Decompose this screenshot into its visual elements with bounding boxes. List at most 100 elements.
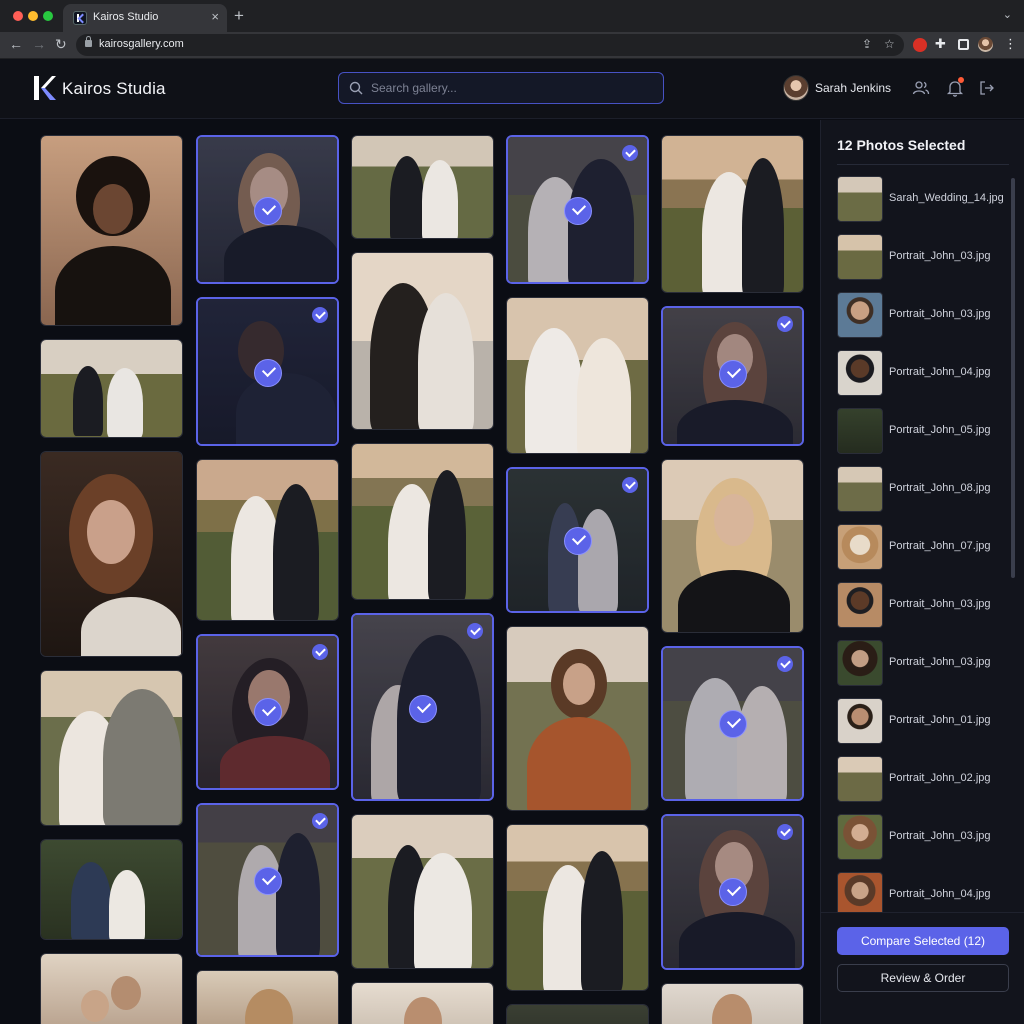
selected-check-icon[interactable] <box>719 878 747 906</box>
browser-tab[interactable]: Kairos Studio × <box>63 4 227 32</box>
users-icon[interactable] <box>912 79 930 97</box>
gallery-photo[interactable] <box>351 814 494 969</box>
selected-badge-icon[interactable] <box>777 656 793 672</box>
selected-photo-item[interactable]: Portrait_John_03.jpg <box>837 814 1013 860</box>
review-order-button[interactable]: Review & Order <box>837 964 1009 992</box>
selected-badge-icon[interactable] <box>467 623 483 639</box>
gallery-photo-selected[interactable] <box>661 306 804 446</box>
compare-selected-button[interactable]: Compare Selected (12) <box>837 927 1009 955</box>
side-panel-icon[interactable] <box>958 39 969 50</box>
address-bar[interactable]: kairosgallery.com ⇪ ☆ <box>76 34 904 56</box>
brand-name[interactable]: Kairos Studia <box>62 79 166 99</box>
selected-check-icon[interactable] <box>564 527 592 555</box>
selected-check-icon[interactable] <box>719 360 747 388</box>
gallery-photo[interactable] <box>506 626 649 811</box>
selected-check-icon[interactable] <box>254 698 282 726</box>
gallery-photo[interactable] <box>351 135 494 239</box>
window-maximize-button[interactable] <box>43 11 53 21</box>
gallery-photo[interactable] <box>506 824 649 991</box>
gallery-photo[interactable] <box>351 982 494 1024</box>
bookmark-star-icon[interactable]: ☆ <box>884 37 895 51</box>
selected-badge-icon[interactable] <box>777 824 793 840</box>
selection-list-scrollbar[interactable] <box>1011 178 1015 578</box>
forward-arrow-icon[interactable]: → <box>32 36 46 52</box>
profile-avatar-icon[interactable] <box>978 37 993 52</box>
gallery-photo[interactable] <box>661 459 804 633</box>
selected-check-icon[interactable] <box>409 695 437 723</box>
gallery-search[interactable] <box>338 72 664 104</box>
selected-photo-item[interactable]: Portrait_John_05.jpg <box>837 408 1013 454</box>
gallery-photo-selected[interactable] <box>196 803 339 957</box>
selected-check-icon[interactable] <box>254 867 282 895</box>
selected-photo-item[interactable]: Portrait_John_03.jpg <box>837 582 1013 628</box>
selected-photo-filename: Portrait_John_08.jpg <box>889 482 991 494</box>
gallery-photo-selected[interactable] <box>661 814 804 970</box>
extension-record-icon[interactable] <box>913 38 927 52</box>
selected-check-icon[interactable] <box>254 359 282 387</box>
selected-badge-icon[interactable] <box>312 307 328 323</box>
logout-icon[interactable] <box>978 79 996 97</box>
selected-badge-icon[interactable] <box>777 316 793 332</box>
gallery-photo-selected[interactable] <box>506 467 649 613</box>
gallery-photo-selected[interactable] <box>661 646 804 801</box>
search-icon <box>349 81 363 95</box>
selected-photo-item[interactable]: Portrait_John_03.jpg <box>837 292 1013 338</box>
selected-photo-item[interactable]: Portrait_John_03.jpg <box>837 234 1013 280</box>
selected-photo-item[interactable]: Sarah_Wedding_14.jpg <box>837 176 1013 222</box>
gallery-photo-selected[interactable] <box>351 613 494 801</box>
gallery-photo[interactable] <box>40 135 183 326</box>
gallery-photo[interactable] <box>196 970 339 1024</box>
tab-list-chevron-icon[interactable]: ⌄ <box>1003 8 1012 21</box>
selected-photo-item[interactable]: Portrait_John_08.jpg <box>837 466 1013 512</box>
gallery-photo[interactable] <box>661 983 804 1024</box>
selected-check-icon[interactable] <box>564 197 592 225</box>
selected-check-icon[interactable] <box>254 197 282 225</box>
gallery-photo[interactable] <box>40 339 183 438</box>
user-name[interactable]: Sarah Jenkins <box>815 81 891 95</box>
gallery-photo[interactable] <box>351 443 494 600</box>
selected-badge-icon[interactable] <box>312 644 328 660</box>
selected-photo-filename: Portrait_John_03.jpg <box>889 308 991 320</box>
selected-photo-thumbnail <box>837 756 883 802</box>
selected-photo-item[interactable]: Portrait_John_04.jpg <box>837 872 1013 912</box>
gallery-photo[interactable] <box>351 252 494 430</box>
tab-close-icon[interactable]: × <box>211 9 219 24</box>
selected-photo-filename: Portrait_John_04.jpg <box>889 366 991 378</box>
gallery-photo[interactable] <box>506 1004 649 1024</box>
gallery-photo[interactable] <box>196 459 339 621</box>
selected-photo-item[interactable]: Portrait_John_02.jpg <box>837 756 1013 802</box>
gallery-photo[interactable] <box>661 135 804 293</box>
selected-photo-thumbnail <box>837 176 883 222</box>
selected-photo-thumbnail <box>837 582 883 628</box>
gallery-photo[interactable] <box>40 839 183 940</box>
selected-photo-item[interactable]: Portrait_John_07.jpg <box>837 524 1013 570</box>
selected-check-icon[interactable] <box>719 710 747 738</box>
gallery-photo[interactable] <box>40 953 183 1024</box>
user-avatar[interactable] <box>783 75 809 101</box>
selected-badge-icon[interactable] <box>312 813 328 829</box>
gallery-photo[interactable] <box>506 297 649 454</box>
kairos-logo-icon <box>34 76 56 100</box>
selected-photo-item[interactable]: Portrait_John_04.jpg <box>837 350 1013 396</box>
window-close-button[interactable] <box>13 11 23 21</box>
extensions-puzzle-icon[interactable]: ✚ <box>935 36 946 52</box>
selected-photo-item[interactable]: Portrait_John_03.jpg <box>837 640 1013 686</box>
selected-photo-item[interactable]: Portrait_John_01.jpg <box>837 698 1013 744</box>
gallery-photo[interactable] <box>40 670 183 826</box>
back-arrow-icon[interactable]: ← <box>9 36 23 52</box>
window-minimize-button[interactable] <box>28 11 38 21</box>
gallery-photo-selected[interactable] <box>196 634 339 790</box>
gallery-photo-selected[interactable] <box>196 297 339 446</box>
selected-photo-thumbnail <box>837 466 883 512</box>
gallery-photo-selected[interactable] <box>196 135 339 284</box>
gallery-photo-selected[interactable] <box>506 135 649 284</box>
selected-badge-icon[interactable] <box>622 145 638 161</box>
selected-badge-icon[interactable] <box>622 477 638 493</box>
gallery-photo[interactable] <box>40 451 183 657</box>
reload-icon[interactable]: ↻ <box>55 36 67 53</box>
new-tab-icon[interactable]: + <box>234 6 244 26</box>
browser-menu-icon[interactable]: ⋮ <box>1004 36 1017 52</box>
share-icon[interactable]: ⇪ <box>862 37 872 51</box>
browser-tab-bar: Kairos Studio × + ⌄ <box>0 0 1024 32</box>
search-input[interactable] <box>371 73 659 103</box>
